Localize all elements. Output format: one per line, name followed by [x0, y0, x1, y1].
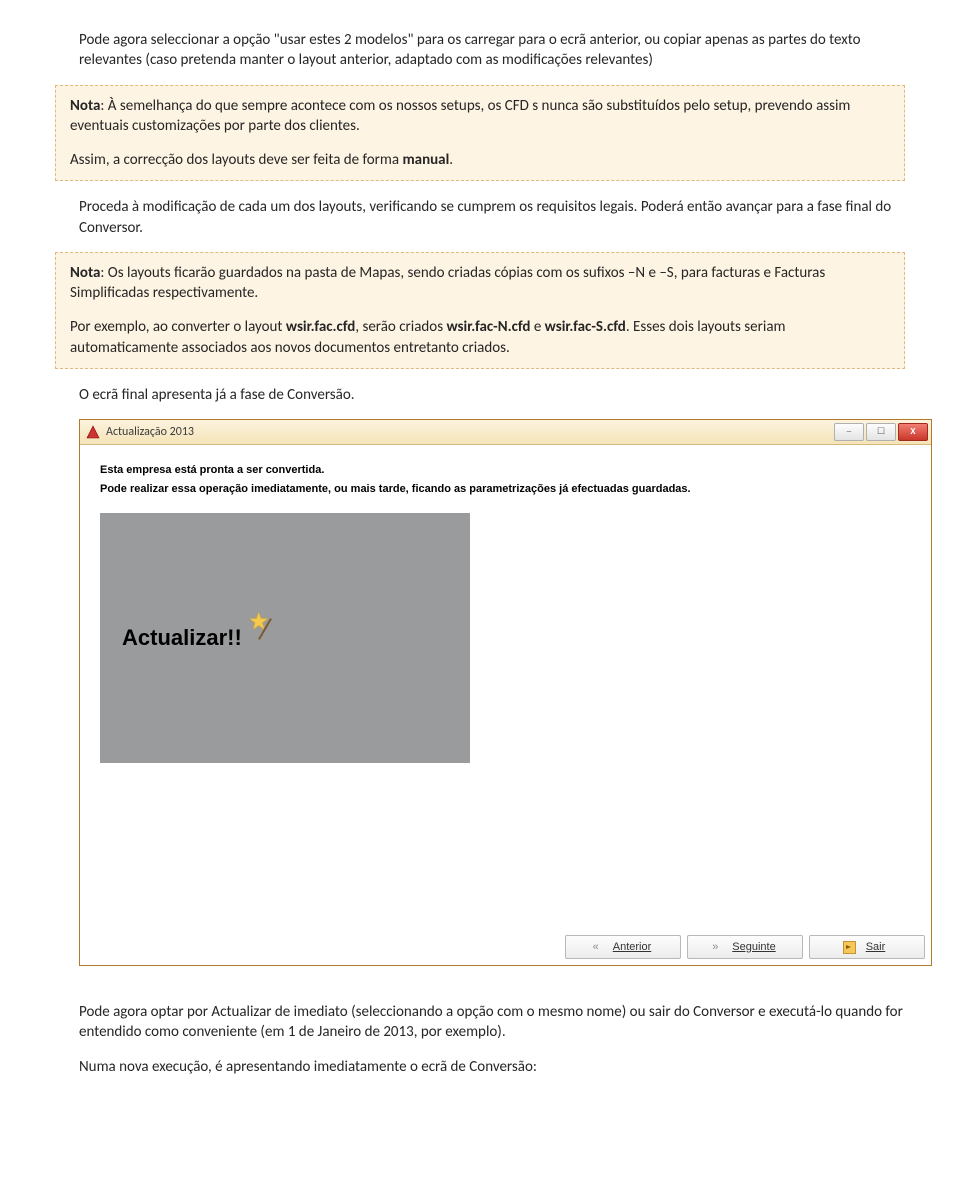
close-button[interactable]: X [898, 423, 928, 441]
anterior-label: Anterior [613, 940, 652, 955]
chevron-left-icon: « [589, 940, 603, 955]
sair-label: Sair [866, 940, 886, 955]
dialog-title-text: Actualização 2013 [106, 424, 194, 440]
note1-l2-post: . [449, 151, 453, 169]
actualizar-panel[interactable]: Actualizar!! ★ [100, 513, 470, 763]
exit-icon [843, 941, 856, 954]
paragraph-proceed: Proceda à modificação de cada um dos lay… [79, 197, 905, 238]
note1-line2: Assim, a correcção dos layouts deve ser … [70, 150, 890, 170]
note1-l2-bold: manual [402, 151, 449, 169]
dialog-window: Actualização 2013 ─ ☐ X Esta empresa est… [79, 419, 932, 966]
dialog-msg2: Pode realizar essa operação imediatament… [100, 482, 911, 497]
window-buttons: ─ ☐ X [834, 423, 928, 441]
seguinte-button[interactable]: » Seguinte [687, 935, 803, 959]
dialog-titlebar: Actualização 2013 ─ ☐ X [80, 420, 931, 445]
actualizar-label-wrap: Actualizar!! ★ [122, 623, 276, 653]
dialog-body: Esta empresa está pronta a ser convertid… [80, 445, 931, 965]
minimize-button[interactable]: ─ [834, 423, 864, 441]
note2-f3: wsir.fac-S.cfd [545, 318, 626, 336]
dialog-msg1: Esta empresa está pronta a ser convertid… [100, 463, 911, 478]
note1-line1: Nota: À semelhança do que sempre acontec… [70, 96, 890, 137]
paragraph-finalscreen: O ecrã final apresenta já a fase de Conv… [79, 385, 905, 405]
note-box-2: Nota: Os layouts ficarão guardados na pa… [55, 252, 905, 369]
note2-rest: : Os layouts ficarão guardados na pasta … [70, 264, 825, 302]
wand-icon: ★ [246, 611, 276, 641]
chevron-right-icon: » [708, 940, 722, 955]
note1-l2-pre: Assim, a correcção dos layouts deve ser … [70, 151, 402, 169]
note2-line2: Por exemplo, ao converter o layout wsir.… [70, 317, 890, 358]
actualizar-label: Actualizar!! [122, 623, 242, 653]
paragraph-choice: Pode agora optar por Actualizar de imedi… [79, 1002, 905, 1043]
note2-l2-mid: , serão criados [355, 318, 446, 336]
seguinte-label: Seguinte [732, 940, 775, 955]
dialog-footer: « Anterior » Seguinte Sair [565, 935, 925, 959]
note1-label: Nota [70, 97, 100, 115]
paragraph-intro: Pode agora seleccionar a opção "usar est… [79, 30, 905, 71]
app-icon [86, 425, 100, 439]
note2-label: Nota [70, 264, 100, 282]
note2-l2-and: e [530, 318, 544, 336]
note2-line1: Nota: Os layouts ficarão guardados na pa… [70, 263, 890, 304]
sair-button[interactable]: Sair [809, 935, 925, 959]
paragraph-newrun: Numa nova execução, é apresentando imedi… [79, 1057, 905, 1077]
note2-f2: wsir.fac-N.cfd [446, 318, 530, 336]
maximize-button[interactable]: ☐ [866, 423, 896, 441]
note2-l2-pre: Por exemplo, ao converter o layout [70, 318, 286, 336]
note1-rest: : À semelhança do que sempre acontece co… [70, 97, 850, 135]
note-box-1: Nota: À semelhança do que sempre acontec… [55, 85, 905, 182]
anterior-button[interactable]: « Anterior [565, 935, 681, 959]
note2-f1: wsir.fac.cfd [286, 318, 355, 336]
